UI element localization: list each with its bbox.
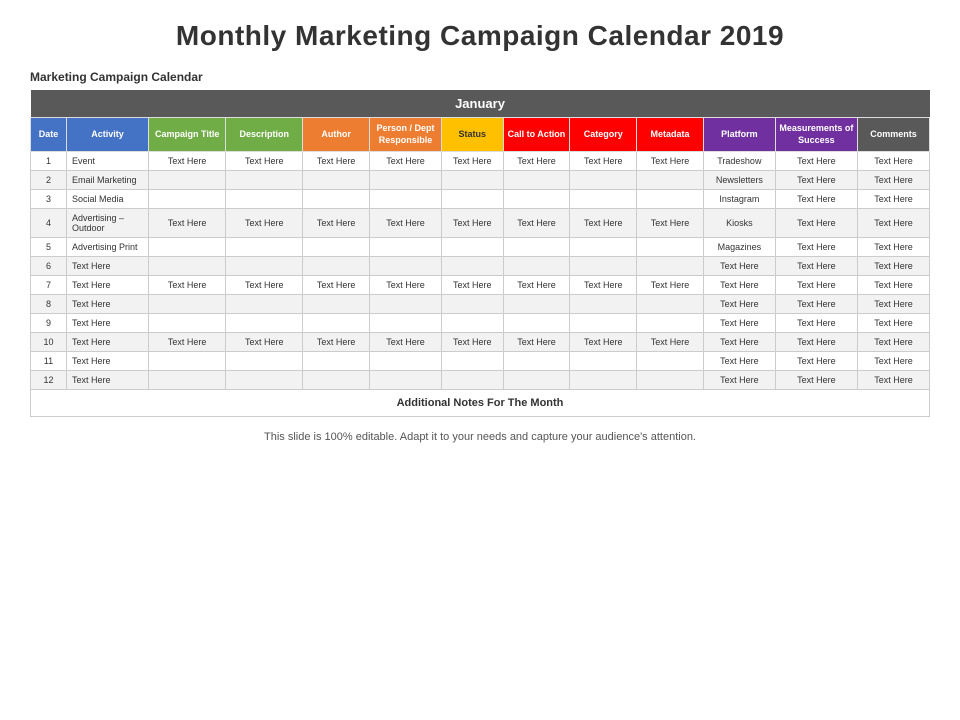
table-row: 5Advertising PrintMagazinesText HereText… [31, 238, 930, 257]
notes-label: Additional Notes For The Month [31, 390, 930, 417]
table-row: 11Text HereText HereText HereText Here [31, 352, 930, 371]
col-comments-header: Comments [858, 118, 930, 152]
col-platform-header: Platform [703, 118, 775, 152]
col-category-header: Category [570, 118, 637, 152]
col-author-header: Author [303, 118, 370, 152]
month-label: January [31, 90, 930, 118]
col-date-header: Date [31, 118, 67, 152]
page: Monthly Marketing Campaign Calendar 2019… [0, 0, 960, 720]
table-row: 3Social MediaInstagramText HereText Here [31, 190, 930, 209]
notes-row: Additional Notes For The Month [31, 390, 930, 417]
table-row: 12Text HereText HereText HereText Here [31, 371, 930, 390]
table-row: 7Text HereText HereText HereText HereTex… [31, 276, 930, 295]
table-row: 10Text HereText HereText HereText HereTe… [31, 333, 930, 352]
main-title: Monthly Marketing Campaign Calendar 2019 [30, 20, 930, 52]
month-header-row: January [31, 90, 930, 118]
table-body: 1EventText HereText HereText HereText He… [31, 152, 930, 417]
col-metadata-header: Metadata [637, 118, 704, 152]
footer-text: This slide is 100% editable. Adapt it to… [30, 431, 930, 443]
col-campaign-header: Campaign Title [149, 118, 226, 152]
table-row: 1EventText HereText HereText HereText He… [31, 152, 930, 171]
table-row: 2Email MarketingNewslettersText HereText… [31, 171, 930, 190]
col-description-header: Description [226, 118, 303, 152]
calendar-table: January Date Activity Campaign Title Des… [30, 90, 930, 417]
table-row: 8Text HereText HereText HereText Here [31, 295, 930, 314]
section-label: Marketing Campaign Calendar [30, 70, 930, 84]
col-cta-header: Call to Action [503, 118, 570, 152]
col-activity-header: Activity [66, 118, 148, 152]
col-person-header: Person / Dept Responsible [370, 118, 442, 152]
table-row: 4Advertising – OutdoorText HereText Here… [31, 209, 930, 238]
col-status-header: Status [441, 118, 503, 152]
column-header-row: Date Activity Campaign Title Description… [31, 118, 930, 152]
col-measure-header: Measurements of Success [775, 118, 857, 152]
table-row: 9Text HereText HereText HereText Here [31, 314, 930, 333]
table-row: 6Text HereText HereText HereText Here [31, 257, 930, 276]
